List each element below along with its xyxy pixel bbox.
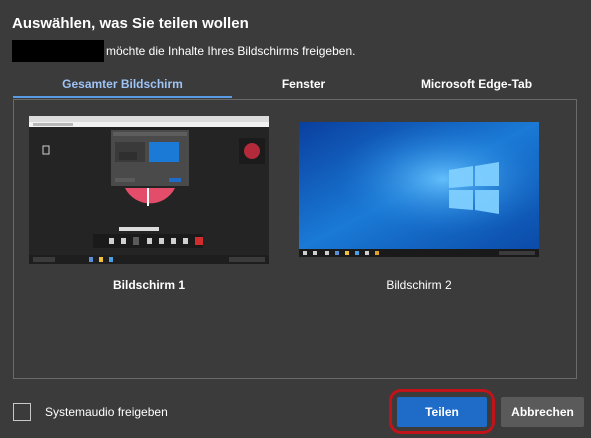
screen-2-label[interactable]: Bildschirm 2	[299, 278, 539, 292]
tab-fenster[interactable]: Fenster	[232, 72, 375, 96]
screen-2-thumbnail[interactable]	[299, 122, 539, 257]
dialog-title: Auswählen, was Sie teilen wollen	[12, 15, 249, 32]
system-audio-checkbox[interactable]	[13, 403, 31, 421]
screen-2-preview	[299, 122, 539, 257]
active-tab-indicator	[13, 96, 232, 98]
subtitle-text: möchte die Inhalte Ihres Bildschirms fre…	[106, 44, 356, 58]
screen-1-thumbnail[interactable]	[29, 116, 269, 264]
tab-gesamter-bildschirm[interactable]: Gesamter Bildschirm	[13, 72, 232, 96]
tab-bar: Gesamter Bildschirm Fenster Microsoft Ed…	[13, 72, 578, 98]
share-button[interactable]: Teilen	[397, 397, 487, 427]
tab-edge-tab[interactable]: Microsoft Edge-Tab	[375, 72, 578, 96]
system-audio-label[interactable]: Systemaudio freigeben	[45, 405, 168, 419]
redacted-app-name	[12, 40, 104, 62]
screen-1-label[interactable]: Bildschirm 1	[29, 278, 269, 292]
subtitle-row: möchte die Inhalte Ihres Bildschirms fre…	[12, 40, 355, 62]
cancel-button[interactable]: Abbrechen	[501, 397, 584, 427]
screen-1-preview	[29, 116, 269, 264]
